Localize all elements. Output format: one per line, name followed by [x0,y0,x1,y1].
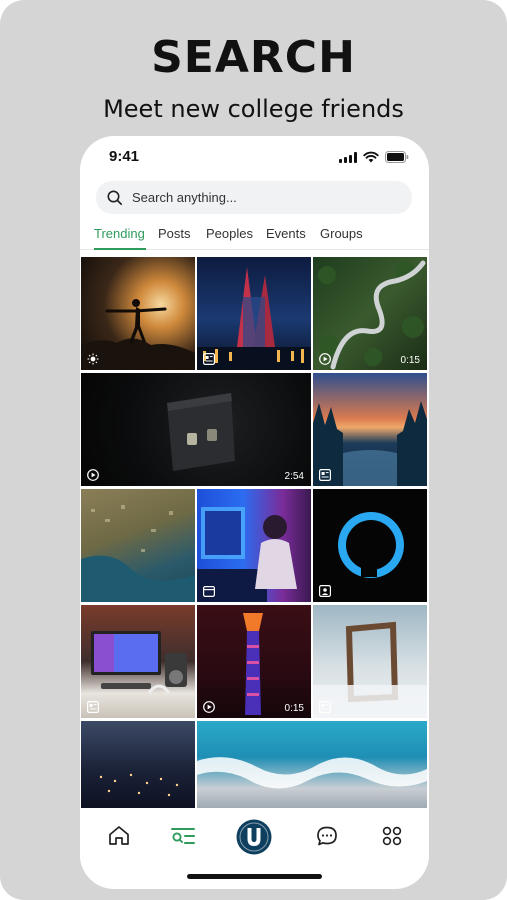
home-indicator[interactable] [187,874,322,879]
video-duration: 2:54 [284,471,304,482]
nav-search[interactable] [169,822,197,850]
bottom-navigation [80,808,429,866]
media-tile-wooden-frame-fog[interactable] [313,605,427,718]
trending-media-grid: 0:15 2:54 0:15 [80,257,429,808]
phone-screen: 9:41 Search anything... Trending Posts P… [80,136,429,889]
wifi-icon [363,151,379,163]
status-bar: 9:41 [80,136,429,180]
video-icon [319,353,331,365]
video-icon [87,469,99,481]
promo-subhead: Meet new college friends [103,95,404,123]
chat-icon [317,826,337,846]
tab-groups[interactable]: Groups [320,226,363,241]
city-lights-image [99,773,179,797]
media-tile-ocean-waves[interactable] [197,721,427,808]
tab-posts[interactable]: Posts [158,226,191,241]
promo-card: SEARCH Meet new college friends 9:41 Sea… [0,0,507,900]
tab-trending[interactable]: Trending [94,226,145,241]
app-logo-icon [236,819,272,855]
media-tile-forest-lake[interactable] [313,373,427,486]
article-icon [87,701,99,713]
grid-apps-icon [382,826,402,846]
video-duration: 0:15 [284,703,304,714]
battery-icon [385,151,409,163]
promo-headline: SEARCH [151,32,356,83]
media-tile-desk-setup[interactable] [81,605,195,718]
article-icon [203,353,215,365]
calendar-icon [203,586,215,597]
video-duration: 0:15 [400,355,420,366]
home-icon [109,826,129,845]
status-time: 9:41 [109,148,140,165]
article-icon [319,469,331,481]
nav-more[interactable] [378,822,406,850]
signal-icon [339,151,357,163]
article-icon [319,701,331,713]
media-tile-profile-silhouette[interactable] [313,489,427,602]
media-tile-city-lights[interactable] [81,721,195,808]
tab-events[interactable]: Events [266,226,306,241]
media-tile-aerial-coastline[interactable] [81,489,195,602]
media-tile-yoga-silhouette[interactable] [81,257,195,370]
tab-peoples[interactable]: Peoples [206,226,253,241]
nav-home[interactable] [105,822,133,850]
media-tile-city-skyscrapers[interactable] [197,257,311,370]
media-tile-illuminated-tower[interactable]: 0:15 [197,605,311,718]
search-placeholder: Search anything... [132,190,237,205]
ocean-waves-image [197,757,427,789]
active-tab-indicator [94,248,146,250]
media-tile-person-computer[interactable] [197,489,311,602]
search-icon [106,189,124,207]
search-list-icon [171,828,195,844]
dark-card-image [167,393,235,471]
status-icons [339,151,409,163]
profile-icon [319,585,331,597]
media-tile-dark-card[interactable]: 2:54 [81,373,311,486]
video-icon [203,701,215,713]
tab-bar: Trending Posts Peoples Events Groups [80,222,429,250]
search-input[interactable]: Search anything... [96,181,412,214]
nav-chat[interactable] [313,822,341,850]
coastline-image [81,505,195,602]
sun-icon [87,353,99,365]
media-tile-forest-road[interactable]: 0:15 [313,257,427,370]
nav-app-home[interactable] [235,818,273,856]
